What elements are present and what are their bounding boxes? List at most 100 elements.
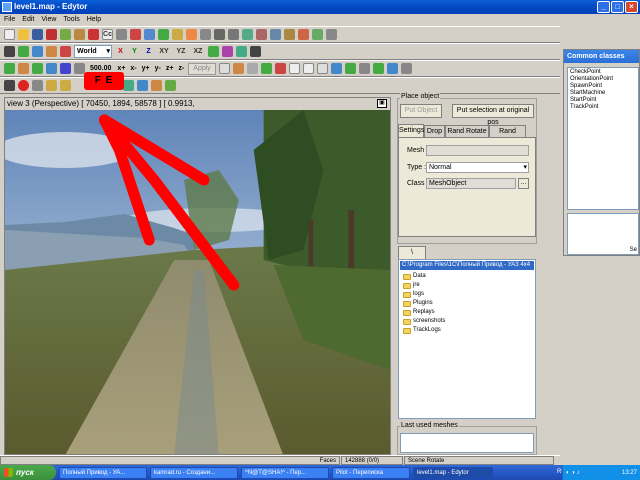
marker-icon[interactable]: [298, 29, 309, 40]
axis-z-button[interactable]: Z: [143, 46, 154, 57]
fire-icon[interactable]: [186, 29, 197, 40]
put-selection-button[interactable]: Put selection at original pos: [452, 104, 534, 126]
menu-tools[interactable]: Tools: [63, 14, 79, 26]
plant-icon[interactable]: [312, 29, 323, 40]
sphere-icon[interactable]: [344, 63, 356, 74]
gear-icon[interactable]: [74, 63, 85, 74]
menu-view[interactable]: View: [41, 14, 56, 26]
step-x-minus[interactable]: x-: [129, 65, 137, 72]
axis-xz-button[interactable]: XZ: [191, 46, 205, 57]
brush-icon[interactable]: [274, 63, 286, 74]
camera-icon[interactable]: [270, 29, 281, 40]
viewport-maximize-icon[interactable]: ▣: [377, 99, 387, 108]
last-used-list[interactable]: [400, 433, 534, 453]
step-y-minus[interactable]: y-: [154, 65, 162, 72]
class-browse-button[interactable]: ...: [518, 178, 529, 189]
tree-item-screenshots[interactable]: screenshots: [403, 317, 445, 326]
cube-icon[interactable]: [46, 80, 57, 91]
scene-icon[interactable]: [386, 63, 398, 74]
minimize-button[interactable]: _: [597, 1, 610, 13]
step-value[interactable]: 500.00: [88, 65, 113, 72]
link-icon[interactable]: [326, 29, 337, 40]
new-file-icon[interactable]: [4, 29, 15, 40]
move-icon[interactable]: [18, 46, 29, 57]
menu-edit[interactable]: Edit: [22, 14, 34, 26]
taskbar-item[interactable]: kamrad.ru - Создани...: [150, 466, 238, 479]
scale-icon[interactable]: [46, 46, 57, 57]
path-icon[interactable]: [284, 29, 295, 40]
axis-yz-button[interactable]: YZ: [174, 46, 188, 57]
node-icon[interactable]: [256, 29, 267, 40]
axis-xy-button[interactable]: XY: [157, 46, 171, 57]
rock-icon[interactable]: [18, 63, 29, 74]
record-icon[interactable]: [46, 29, 57, 40]
mesh-icon[interactable]: [151, 80, 162, 91]
water-place-icon[interactable]: [46, 63, 57, 74]
tree-place-icon[interactable]: [4, 63, 15, 74]
taskbar-item-active[interactable]: level1.map - Edytor: [413, 466, 493, 479]
mesh-field[interactable]: [426, 145, 529, 156]
clock[interactable]: 13:27: [622, 470, 637, 476]
box-icon[interactable]: [60, 80, 71, 91]
axis-icon[interactable]: [130, 29, 141, 40]
tree-icon[interactable]: [158, 29, 169, 40]
class-item[interactable]: SpawnPoint: [570, 83, 636, 90]
record-dot-icon[interactable]: [18, 80, 29, 91]
magnet-icon[interactable]: [222, 46, 233, 57]
class-item[interactable]: OrientationPoint: [570, 76, 636, 83]
select-icon[interactable]: [4, 46, 15, 57]
open-folder-icon[interactable]: [18, 29, 29, 40]
class-item[interactable]: TrackPoint: [570, 104, 636, 111]
step-x-plus[interactable]: x+: [116, 65, 126, 72]
cursor-icon[interactable]: [4, 80, 15, 91]
flag-icon[interactable]: [60, 46, 71, 57]
grass-icon[interactable]: [32, 63, 43, 74]
object-icon[interactable]: [74, 29, 85, 40]
class-item[interactable]: CheckPoint: [570, 69, 636, 76]
delete-icon[interactable]: [88, 29, 99, 40]
class-item[interactable]: StartMachine: [570, 90, 636, 97]
pin-icon[interactable]: [246, 63, 258, 74]
tab-root[interactable]: \: [398, 246, 426, 259]
film-icon[interactable]: [32, 80, 43, 91]
scene-render[interactable]: [5, 110, 390, 455]
rotate-cw-icon[interactable]: [358, 63, 370, 74]
tray-icons[interactable]: ◐ ◑ ♪: [566, 470, 580, 476]
axis-x-button[interactable]: X: [115, 46, 126, 57]
tree-path[interactable]: C:\Program Files\1C\Полный Привод - УАЗ …: [400, 261, 534, 270]
tree-item-jre[interactable]: jre: [403, 281, 420, 290]
stack-icon[interactable]: [137, 80, 148, 91]
step-z-plus[interactable]: z+: [165, 65, 175, 72]
tree-item-plugins[interactable]: Plugins: [403, 299, 433, 308]
menu-file[interactable]: File: [4, 14, 15, 26]
window-icon[interactable]: [302, 63, 314, 74]
put-object-button[interactable]: Put Object: [400, 104, 442, 118]
tree-item-data[interactable]: Data: [403, 272, 426, 281]
light-icon[interactable]: [172, 29, 183, 40]
hand-icon[interactable]: [218, 63, 230, 74]
coord-system-select[interactable]: World: [74, 45, 112, 58]
perspective-viewport[interactable]: view 3 (Perspective) [ 70450, 1894, 5857…: [4, 97, 391, 455]
taskbar-item[interactable]: ^N@T@SHA!^ - Пер...: [241, 466, 329, 479]
tab-rand-scale[interactable]: Rand Scale: [489, 125, 526, 146]
menu-help[interactable]: Help: [87, 14, 101, 26]
tree-item-tracklogs[interactable]: TrackLogs: [403, 326, 441, 335]
snap-icon[interactable]: [208, 46, 219, 57]
arrow-up-icon[interactable]: [123, 80, 134, 91]
close-button[interactable]: ×: [625, 1, 638, 13]
type-select[interactable]: Normal ▾: [426, 162, 529, 173]
road-icon[interactable]: [228, 29, 239, 40]
tool-icon[interactable]: [144, 29, 155, 40]
tree-item-logs[interactable]: logs: [403, 290, 424, 299]
tree-item-replays[interactable]: Replays: [403, 308, 435, 317]
common-classes-title[interactable]: Common classes: [564, 50, 639, 63]
eye-icon[interactable]: [200, 29, 211, 40]
pivot-icon[interactable]: [250, 46, 261, 57]
tab-drop[interactable]: Drop: [424, 125, 445, 137]
taskbar-item[interactable]: Pilot - Переписка: [332, 466, 410, 479]
rotate-icon[interactable]: [32, 46, 43, 57]
maximize-button[interactable]: □: [611, 1, 624, 13]
common-classes-list[interactable]: CheckPoint OrientationPoint SpawnPoint S…: [567, 67, 639, 210]
eye-toggle-icon[interactable]: [288, 63, 300, 74]
chart-icon[interactable]: [330, 63, 342, 74]
